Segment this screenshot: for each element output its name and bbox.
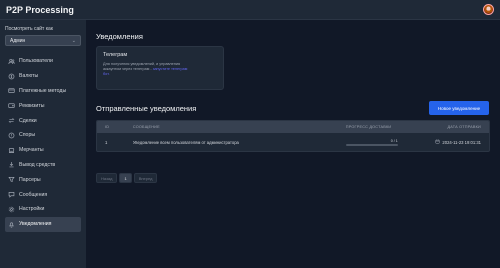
sidebar-item-label: Реквизиты bbox=[19, 102, 45, 109]
sidebar-item-disputes[interactable]: Споры bbox=[5, 128, 81, 143]
main-content: Уведомления Телеграм Для получения уведо… bbox=[86, 20, 500, 268]
chevron-down-icon: ⌄ bbox=[71, 37, 76, 44]
row-message: Уведомление всем пользователям от админи… bbox=[132, 139, 239, 145]
view-as-label: Посмотреть сайт как bbox=[5, 26, 53, 32]
bell-icon bbox=[8, 221, 15, 228]
row-date: 2024-11-23 19:01:31 bbox=[405, 139, 489, 145]
header-date: ДАТА ОТПРАВКИ bbox=[447, 125, 481, 129]
sidebar-item-users[interactable]: Пользователи bbox=[5, 54, 81, 69]
telegram-bot-link[interactable]: запустите телеграм bbox=[153, 67, 188, 71]
users-icon bbox=[8, 58, 15, 65]
filter-icon bbox=[8, 176, 15, 183]
progress-bar bbox=[345, 143, 398, 146]
sidebar-item-label: Вывод средств bbox=[19, 161, 56, 168]
sidebar-item-label: Мерчанты bbox=[19, 147, 44, 154]
page-title: Уведомления bbox=[96, 32, 143, 41]
sidebar-item-label: Валюты bbox=[19, 73, 39, 80]
wallet-icon bbox=[8, 102, 15, 109]
telegram-desc-line: Для получения уведомлений, и управления bbox=[103, 62, 181, 66]
telegram-card: Телеграм Для получения уведомлений, и уп… bbox=[96, 46, 224, 90]
row-progress: 0 / 1 bbox=[326, 139, 406, 146]
pagination: Назад 1 Вперед bbox=[96, 173, 158, 183]
sent-notifications-title: Отправленные уведомления bbox=[96, 104, 197, 113]
telegram-desc-line: аккаунтом через телеграм - bbox=[103, 67, 152, 72]
dispute-icon bbox=[8, 132, 15, 139]
withdraw-icon bbox=[8, 161, 15, 168]
currency-icon bbox=[8, 73, 15, 80]
header-message: СООБЩЕНИЕ bbox=[132, 125, 160, 129]
notifications-table: ID СООБЩЕНИЕ ПРОГРЕСС ДОСТАВКИ ДАТА ОТПР… bbox=[96, 120, 490, 152]
top-bar: P2P Processing bbox=[0, 0, 500, 20]
sidebar-item-label: Пользователи bbox=[19, 58, 53, 65]
progress-text: 0 / 1 bbox=[390, 138, 398, 143]
table-header: ID СООБЩЕНИЕ ПРОГРЕСС ДОСТАВКИ ДАТА ОТПР… bbox=[97, 121, 489, 133]
sidebar-item-parsers[interactable]: Парсеры bbox=[5, 172, 81, 187]
store-icon bbox=[8, 147, 15, 154]
telegram-title: Телеграм bbox=[103, 52, 128, 58]
message-icon bbox=[8, 191, 15, 198]
calendar-icon bbox=[435, 139, 440, 145]
sidebar-item-label: Парсеры bbox=[19, 176, 41, 183]
table-row[interactable]: 1 Уведомление всем пользователям от адми… bbox=[97, 133, 489, 151]
view-as-value: Админ bbox=[10, 37, 26, 44]
row-date-text: 2024-11-23 19:01:31 bbox=[442, 139, 481, 145]
sidebar-item-deals[interactable]: Сделки bbox=[5, 113, 81, 128]
sidebar-item-payment-methods[interactable]: Платежные методы bbox=[5, 84, 81, 99]
gear-icon bbox=[8, 206, 15, 213]
pagination-next[interactable]: Вперед bbox=[133, 173, 158, 183]
sidebar-item-label: Настройки bbox=[19, 206, 45, 213]
sidebar-item-label: Платежные методы bbox=[19, 87, 67, 94]
header-progress: ПРОГРЕСС ДОСТАВКИ bbox=[345, 125, 392, 129]
pagination-prev[interactable]: Назад bbox=[96, 173, 118, 183]
new-notification-button[interactable]: Новое уведомление bbox=[429, 101, 489, 115]
sidebar-item-label: Сделки bbox=[19, 117, 37, 124]
sidebar-item-notifications[interactable]: Уведомления bbox=[5, 216, 81, 232]
sidebar-item-label: Споры bbox=[19, 132, 36, 139]
sidebar-item-messages[interactable]: Сообщения bbox=[5, 187, 81, 202]
sidebar-item-requisites[interactable]: Реквизиты bbox=[5, 98, 81, 113]
sidebar: Посмотреть сайт как Админ ⌄ Пользователи… bbox=[0, 20, 86, 268]
sidebar-item-withdrawals[interactable]: Вывод средств bbox=[5, 158, 81, 173]
user-avatar[interactable] bbox=[483, 4, 494, 15]
sidebar-item-merchants[interactable]: Мерчанты bbox=[5, 143, 81, 158]
pagination-page[interactable]: 1 bbox=[119, 173, 132, 183]
sidebar-item-label: Уведомления bbox=[19, 221, 52, 228]
header-id: ID bbox=[105, 125, 110, 129]
credit-card-icon bbox=[8, 87, 15, 94]
telegram-bot-link-tail[interactable]: бот. bbox=[103, 72, 110, 76]
exchange-icon bbox=[8, 117, 15, 124]
row-id: 1 bbox=[105, 139, 108, 145]
sidebar-item-settings[interactable]: Настройки bbox=[5, 202, 81, 217]
app-title: P2P Processing bbox=[6, 4, 74, 15]
sidebar-item-currencies[interactable]: Валюты bbox=[5, 69, 81, 84]
telegram-description: Для получения уведомлений, и управления … bbox=[103, 62, 217, 77]
view-as-select[interactable]: Админ ⌄ bbox=[5, 35, 81, 46]
sidebar-item-label: Сообщения bbox=[19, 191, 48, 198]
